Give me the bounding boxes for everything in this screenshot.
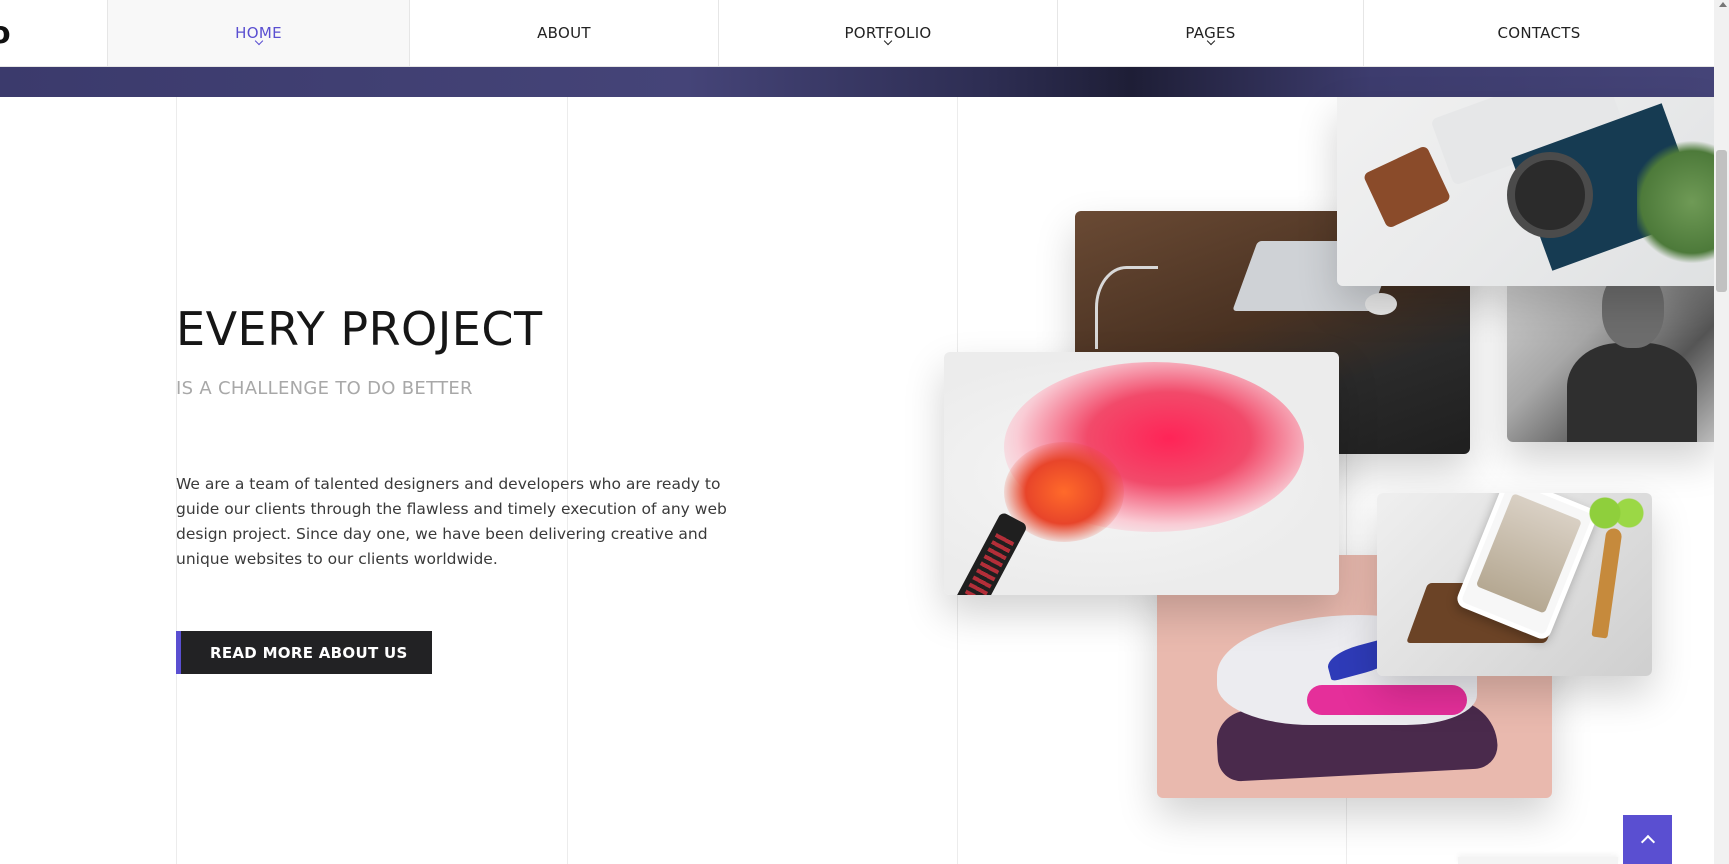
- back-to-top-button[interactable]: [1623, 815, 1672, 864]
- nav-item-contacts[interactable]: CONTACTS: [1363, 0, 1714, 66]
- scroll-up-arrow-icon[interactable]: [1719, 2, 1727, 7]
- cable-shape: [1095, 266, 1158, 349]
- site-logo[interactable]: o: [0, 0, 107, 66]
- spoon-shape: [1591, 527, 1623, 639]
- nav-item-label: CONTACTS: [1497, 24, 1581, 42]
- nav-item-portfolio[interactable]: PORTFOLIO: [718, 0, 1057, 66]
- tablet-kitchen-photo: [1377, 493, 1652, 676]
- mouse-shape: [1365, 293, 1397, 315]
- headphones-shape: [1507, 152, 1593, 238]
- nav-item-home[interactable]: HOME: [107, 0, 409, 66]
- read-more-button[interactable]: READ MORE ABOUT US: [176, 631, 432, 674]
- portrait-body: [1567, 343, 1697, 442]
- hero-title: EVERY PROJECT: [176, 302, 543, 356]
- floating-bar: [1458, 857, 1618, 864]
- tablet-screen: [1475, 493, 1582, 614]
- banner-strip: [0, 66, 1714, 97]
- hero-description: We are a team of talented designers and …: [176, 475, 727, 568]
- limes-shape: [1587, 493, 1647, 533]
- chevron-up-icon: [1640, 834, 1655, 849]
- nav-item-label: ABOUT: [537, 24, 591, 42]
- hero-subtitle: IS A CHALLENGE TO DO BETTER: [176, 378, 473, 399]
- main-navigation: o HOME ABOUT PORTFOLIO PAGES CONTACTS: [0, 0, 1714, 67]
- nav-item-about[interactable]: ABOUT: [409, 0, 718, 66]
- smoke-flare-photo: [944, 352, 1339, 595]
- nav-item-pages[interactable]: PAGES: [1057, 0, 1363, 66]
- flatlay-photo: [1337, 97, 1714, 286]
- scrollbar-thumb[interactable]: [1716, 150, 1727, 292]
- plant-shape: [1637, 137, 1714, 267]
- wallet-shape: [1362, 145, 1452, 229]
- sneaker-sole-shape: [1307, 685, 1467, 715]
- scrollbar[interactable]: [1714, 0, 1729, 864]
